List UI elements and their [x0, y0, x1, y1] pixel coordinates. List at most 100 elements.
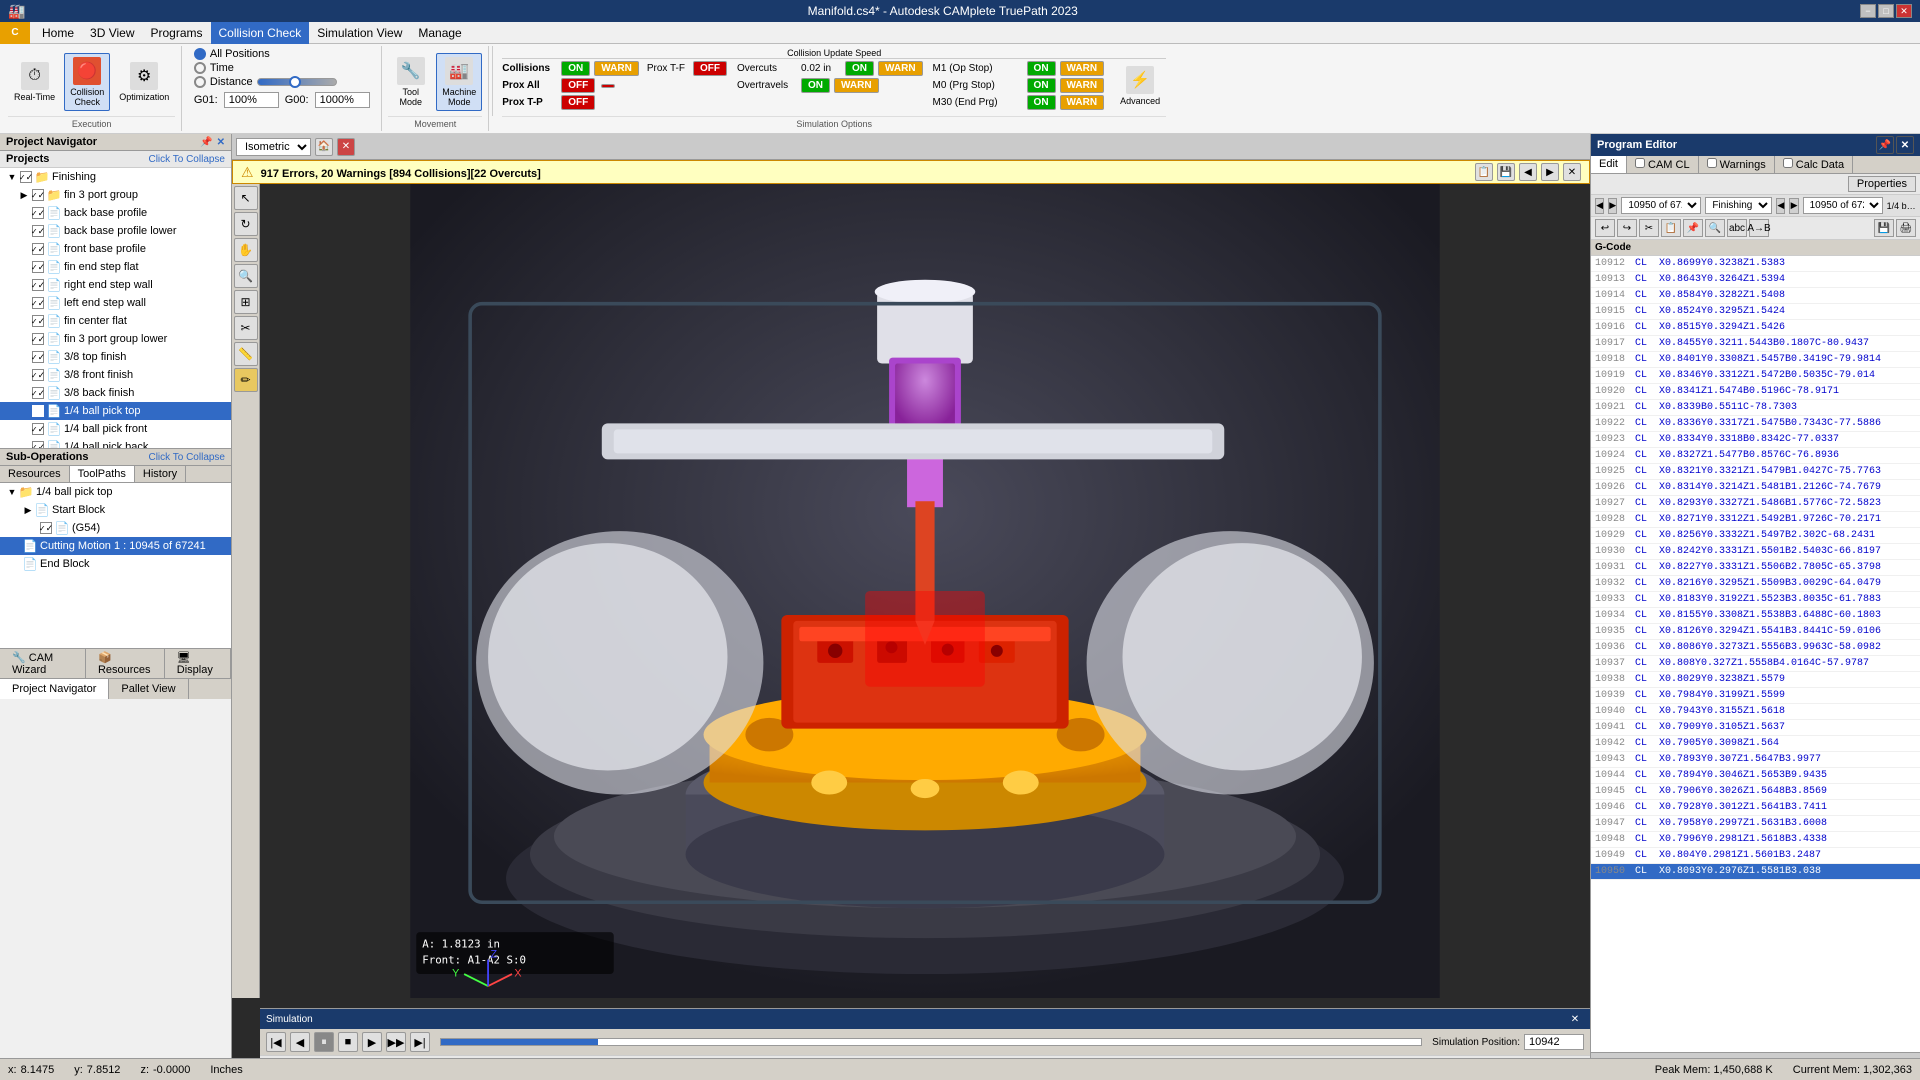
gcode-row[interactable]: 10923CLX0.8334Y0.3318B0.8342C-77.0337 [1591, 432, 1920, 448]
error-prev-btn[interactable]: ◀ [1519, 163, 1537, 181]
overtravels-on[interactable]: ON [801, 78, 830, 93]
tree-item-14ballpickback[interactable]: ✓ 📄 1/4 ball pick back [0, 438, 231, 448]
tree-item-frontbaseprofile[interactable]: ✓ 📄 front base profile [0, 240, 231, 258]
frontbaseprofile-cb[interactable]: ✓ [32, 243, 44, 255]
line-count2-select[interactable]: 10950 of 67245 [1803, 197, 1883, 214]
nav-prev-btn[interactable]: ◀ [1595, 198, 1604, 214]
collisions-warn[interactable]: WARN [594, 61, 639, 76]
gcode-row[interactable]: 10927CLX0.8293Y0.3327Z1.5486B1.5776C-72.… [1591, 496, 1920, 512]
display-tab[interactable]: 🖥 Display [165, 649, 231, 678]
tree-item-38topfinish[interactable]: ✓ 📄 3/8 top finish [0, 348, 231, 366]
38backfinish-cb[interactable]: ✓ [32, 387, 44, 399]
edit-tab[interactable]: Edit [1591, 156, 1627, 173]
38frontfinish-cb[interactable]: ✓ [32, 369, 44, 381]
resources-bottom-tab[interactable]: 📦 Resources [86, 649, 165, 678]
menu-collision-check[interactable]: Collision Check [211, 22, 310, 44]
toolpaths-tab[interactable]: ToolPaths [70, 466, 135, 482]
tree-item-38backfinish[interactable]: ✓ 📄 3/8 back finish [0, 384, 231, 402]
tree-item-backbaseprofile[interactable]: ✓ 📄 back base profile [0, 204, 231, 222]
tb-undo-btn[interactable]: ↩ [1595, 219, 1615, 237]
vl-rotate-btn[interactable]: ↻ [234, 212, 258, 236]
gcode-row[interactable]: 10926CLX0.8314Y0.3214Z1.5481B1.2126C-74.… [1591, 480, 1920, 496]
collision-check-button[interactable]: 🔴 CollisionCheck [64, 53, 110, 111]
machine-mode-button[interactable]: 🏭 MachineMode [436, 53, 482, 111]
14ballpickfront-cb[interactable]: ✓ [32, 423, 44, 435]
distance-radio[interactable] [194, 76, 206, 88]
error-next-btn[interactable]: ▶ [1541, 163, 1559, 181]
gcode-row[interactable]: 10941CLX0.7909Y0.3105Z1.5637 [1591, 720, 1920, 736]
op-name-select[interactable]: Finishing [1705, 197, 1772, 214]
cam-wizard-tab[interactable]: 🔧 CAM Wizard [0, 649, 86, 678]
sim-start-btn[interactable]: |◀ [266, 1032, 286, 1052]
sub-endblock[interactable]: 📄 End Block [0, 555, 231, 573]
backbaseprofilelower-cb[interactable]: ✓ [32, 225, 44, 237]
optimization-button[interactable]: ⚙ Optimization [113, 58, 175, 106]
tb-find-btn[interactable]: abc [1727, 219, 1747, 237]
gcode-row[interactable]: 10925CLX0.8321Y0.3321Z1.5479B1.0427C-75.… [1591, 464, 1920, 480]
tb-print-btn[interactable]: 🖨 [1896, 219, 1916, 237]
tb-cut-btn[interactable]: ✂ [1639, 219, 1659, 237]
gcode-row[interactable]: 10931CLX0.8227Y0.3331Z1.5506B2.7805C-65.… [1591, 560, 1920, 576]
nav-next2-btn[interactable]: ▶ [1789, 198, 1798, 214]
m30-warn[interactable]: WARN [1060, 95, 1105, 110]
gcode-row[interactable]: 10922CLX0.8336Y0.3317Z1.5475B0.7343C-77.… [1591, 416, 1920, 432]
tb-search-btn[interactable]: 🔍 [1705, 219, 1725, 237]
gcode-row[interactable]: 10944CLX0.7894Y0.3046Z1.5653B9.9435 [1591, 768, 1920, 784]
sim-next-btn[interactable]: ▶▶ [386, 1032, 406, 1052]
gcode-row[interactable]: 10928CLX0.8271Y0.3312Z1.5492B1.9726C-70.… [1591, 512, 1920, 528]
m0-on[interactable]: ON [1027, 78, 1056, 93]
gcode-row[interactable]: 10948CLX0.7996Y0.2981Z1.5618B3.4338 [1591, 832, 1920, 848]
history-tab[interactable]: History [135, 466, 186, 482]
gcode-row[interactable]: 10949CLX0.804Y0.2981Z1.5601B3.2487 [1591, 848, 1920, 864]
gcode-row[interactable]: 10939CLX0.7984Y0.3199Z1.5599 [1591, 688, 1920, 704]
tree-item-rightendstepwall[interactable]: ✓ 📄 right end step wall [0, 276, 231, 294]
slider-thumb[interactable] [289, 76, 301, 88]
view-fit-btn[interactable]: ✕ [337, 138, 355, 156]
tb-copy-btn[interactable]: 📋 [1661, 219, 1681, 237]
gcode-row[interactable]: 10950CLX0.8093Y0.2976Z1.5581B3.038 [1591, 864, 1920, 880]
vl-select-btn[interactable]: ↖ [234, 186, 258, 210]
project-navigator-tab[interactable]: Project Navigator [0, 679, 109, 699]
gcode-row[interactable]: 10935CLX0.8126Y0.3294Z1.5541B3.8441C-59.… [1591, 624, 1920, 640]
gcode-row[interactable]: 10932CLX0.8216Y0.3295Z1.5509B3.0029C-64.… [1591, 576, 1920, 592]
tree-item-leftendstepwall[interactable]: ✓ 📄 left end step wall [0, 294, 231, 312]
g00-input[interactable] [315, 92, 370, 108]
proxall-off[interactable]: OFF [561, 78, 595, 93]
overcuts-warn[interactable]: WARN [878, 61, 923, 76]
view-home-btn[interactable]: 🏠 [315, 138, 333, 156]
sim-close-btn[interactable]: ✕ [1566, 1010, 1584, 1028]
vl-pan-btn[interactable]: ✋ [234, 238, 258, 262]
sub-startblock[interactable]: ▶ 📄 Start Block [0, 501, 231, 519]
tree-item-fin3portgroup[interactable]: ▶ ✓ 📁 fin 3 port group [0, 186, 231, 204]
menu-manage[interactable]: Manage [410, 22, 469, 44]
gcode-row[interactable]: 10918CLX0.8401Y0.3308Z1.5457B0.3419C-79.… [1591, 352, 1920, 368]
distance-slider[interactable] [257, 78, 337, 86]
gcode-row[interactable]: 10946CLX0.7928Y0.3012Z1.5641B3.7411 [1591, 800, 1920, 816]
14ballpickback-cb[interactable]: ✓ [32, 441, 44, 448]
panel-close-button[interactable]: ✕ [217, 137, 225, 148]
vl-measure-btn[interactable]: 📏 [234, 342, 258, 366]
gcode-row[interactable]: 10936CLX0.8086Y0.3273Z1.5556B3.9963C-58.… [1591, 640, 1920, 656]
proxall-warn[interactable] [601, 84, 615, 88]
close-button[interactable]: ✕ [1896, 4, 1912, 18]
rp-close-btn[interactable]: ✕ [1896, 136, 1914, 154]
warnings-checkbox[interactable] [1707, 158, 1717, 168]
m0-warn[interactable]: WARN [1060, 78, 1105, 93]
leftendstepwall-cb[interactable]: ✓ [32, 297, 44, 309]
project-navigator-header[interactable]: Project Navigator 📌 ✕ [0, 134, 231, 151]
tree-item-fin3portgrplower[interactable]: ✓ 📄 fin 3 port group lower [0, 330, 231, 348]
resources-tab[interactable]: Resources [0, 466, 70, 482]
gcode-row[interactable]: 10929CLX0.8256Y0.3332Z1.5497B2.302C-68.2… [1591, 528, 1920, 544]
gcode-row[interactable]: 10919CLX0.8346Y0.3312Z1.5472B0.5035C-79.… [1591, 368, 1920, 384]
gcode-row[interactable]: 10914CLX0.8584Y0.3282Z1.5408 [1591, 288, 1920, 304]
gcode-row[interactable]: 10933CLX0.8183Y0.3192Z1.5523B3.8035C-61.… [1591, 592, 1920, 608]
overcuts-on[interactable]: ON [845, 61, 874, 76]
finishing-checkbox[interactable]: ✓ [20, 171, 32, 183]
sub-ops-collapse[interactable]: Click To Collapse [148, 452, 225, 463]
gcode-row[interactable]: 10913CLX0.8643Y0.3264Z1.5394 [1591, 272, 1920, 288]
nav-next-btn[interactable]: ▶ [1608, 198, 1617, 214]
gcode-row[interactable]: 10947CLX0.7958Y0.2997Z1.5631B3.6008 [1591, 816, 1920, 832]
maximize-button[interactable]: □ [1878, 4, 1894, 18]
tree-item-backbaseprofilelower[interactable]: ✓ 📄 back base profile lower [0, 222, 231, 240]
tree-item-fincenterflat[interactable]: ✓ 📄 fin center flat [0, 312, 231, 330]
